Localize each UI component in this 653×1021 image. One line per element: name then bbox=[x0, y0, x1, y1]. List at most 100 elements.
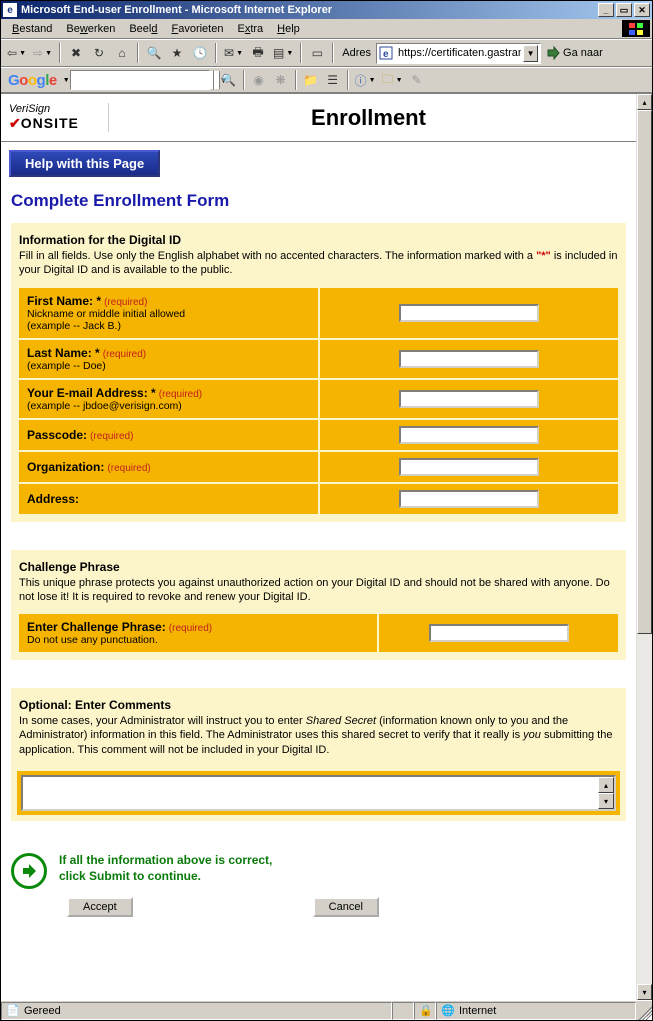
status-progress bbox=[392, 1002, 414, 1020]
section-title: Information for the Digital ID bbox=[17, 233, 620, 249]
zone-text: Internet bbox=[459, 1005, 496, 1017]
internet-zone-icon: 🌐 bbox=[441, 1004, 455, 1018]
page-content: VeriSign ✔ONSITE Enrollment Help with th… bbox=[1, 94, 636, 1000]
address-dropdown[interactable]: ▼ bbox=[523, 45, 538, 62]
cancel-button[interactable]: Cancel bbox=[313, 897, 379, 917]
maximize-button[interactable]: ▭ bbox=[616, 3, 632, 17]
go-button[interactable]: Ga naar bbox=[542, 46, 607, 60]
address-input[interactable] bbox=[396, 46, 523, 60]
favorites-button[interactable]: ★ bbox=[166, 42, 188, 64]
edit-button[interactable]: ▤▼ bbox=[270, 42, 296, 64]
google-search-web-button[interactable]: 🔍 bbox=[218, 69, 240, 91]
email-input[interactable] bbox=[399, 390, 539, 408]
separator bbox=[213, 70, 215, 90]
go-icon bbox=[546, 46, 560, 60]
separator bbox=[347, 70, 349, 90]
address-input-field[interactable] bbox=[399, 490, 539, 508]
google-logo[interactable]: Google bbox=[4, 72, 61, 89]
google-info-button[interactable]: ⓘ▼ bbox=[352, 69, 379, 91]
status-lock: 🔒 bbox=[414, 1002, 436, 1020]
svg-text:e: e bbox=[383, 49, 389, 60]
history-button[interactable]: 🕓 bbox=[189, 42, 211, 64]
arrow-right-icon bbox=[11, 853, 47, 889]
google-search-input[interactable] bbox=[71, 71, 219, 89]
menu-beeld[interactable]: Beeld bbox=[122, 21, 164, 37]
scroll-thumb[interactable] bbox=[637, 110, 652, 634]
section-title: Challenge Phrase bbox=[17, 560, 620, 576]
google-blocked-button[interactable]: ❋ bbox=[270, 69, 292, 91]
go-label: Ga naar bbox=[563, 47, 603, 59]
google-search-box[interactable]: ▼ bbox=[70, 70, 210, 90]
address-bar[interactable]: e ▼ bbox=[376, 43, 541, 64]
refresh-button[interactable]: ↻ bbox=[88, 42, 110, 64]
page-header: VeriSign ✔ONSITE Enrollment bbox=[1, 94, 636, 142]
menu-bewerken[interactable]: Bewerken bbox=[59, 21, 122, 37]
section-challenge: Challenge Phrase This unique phrase prot… bbox=[11, 550, 626, 661]
page-icon: e bbox=[379, 46, 393, 60]
separator bbox=[243, 70, 245, 90]
section-desc: In some cases, your Administrator will i… bbox=[17, 714, 620, 765]
ie-app-icon: e bbox=[3, 3, 17, 17]
scroll-track[interactable] bbox=[637, 110, 652, 984]
comments-field[interactable]: ▴ ▾ bbox=[21, 775, 616, 811]
field-row-organization: Organization: (required) bbox=[19, 452, 618, 482]
page-title: Enrollment bbox=[109, 105, 628, 131]
field-row-passcode: Passcode: (required) bbox=[19, 420, 618, 450]
resize-grip[interactable] bbox=[636, 1002, 652, 1020]
scroll-up-button[interactable]: ▴ bbox=[637, 94, 652, 110]
back-button[interactable]: ⇦▼ bbox=[4, 42, 29, 64]
separator bbox=[300, 43, 302, 63]
google-pagerank-button[interactable]: ◉ bbox=[248, 69, 270, 91]
form-title: Complete Enrollment Form bbox=[1, 185, 636, 223]
accept-button[interactable]: Accept bbox=[67, 897, 133, 917]
section-desc: This unique phrase protects you against … bbox=[17, 576, 620, 613]
google-folder-button[interactable]: 🗀▼ bbox=[379, 69, 406, 91]
menu-help[interactable]: Help bbox=[270, 21, 307, 37]
vertical-scrollbar[interactable]: ▴ ▾ bbox=[636, 94, 652, 1000]
print-button[interactable]: 🖶 bbox=[247, 42, 269, 64]
menu-bestand[interactable]: Bestand bbox=[5, 21, 59, 37]
scroll-up-icon[interactable]: ▴ bbox=[598, 777, 614, 793]
separator bbox=[295, 70, 297, 90]
stop-button[interactable]: ✖ bbox=[65, 42, 87, 64]
organization-input[interactable] bbox=[399, 458, 539, 476]
viewport: VeriSign ✔ONSITE Enrollment Help with th… bbox=[1, 93, 652, 1000]
passcode-input[interactable] bbox=[399, 426, 539, 444]
search-button[interactable]: 🔍 bbox=[143, 42, 165, 64]
button-row: Accept Cancel bbox=[1, 895, 636, 927]
challenge-table: Enter Challenge Phrase: (required) Do no… bbox=[17, 612, 620, 654]
section-title: Optional: Enter Comments bbox=[17, 698, 620, 714]
google-autolink-button[interactable]: ☰ bbox=[322, 69, 344, 91]
google-menu-dropdown[interactable]: ▼ bbox=[61, 77, 70, 84]
scroll-down-button[interactable]: ▾ bbox=[637, 984, 652, 1000]
mail-button[interactable]: ✉▼ bbox=[221, 42, 246, 64]
challenge-phrase-input[interactable] bbox=[429, 624, 569, 642]
nav-toolbar: ⇦▼ ⇨▼ ✖ ↻ ⌂ 🔍 ★ 🕓 ✉▼ 🖶 ▤▼ ▭ Adres e ▼ Ga… bbox=[1, 39, 652, 67]
google-toolbar: Google ▼ ▼ 🔍 ◉ ❋ 📁 ☰ ⓘ▼ 🗀▼ ✎ bbox=[1, 67, 652, 93]
submit-row: If all the information above is correct,… bbox=[1, 849, 636, 895]
close-button[interactable]: ✕ bbox=[634, 3, 650, 17]
textarea-scrollbar[interactable]: ▴ ▾ bbox=[598, 777, 614, 809]
section-desc: Fill in all fields. Use only the English… bbox=[17, 249, 620, 286]
comments-textarea[interactable] bbox=[23, 777, 598, 809]
field-row-challenge: Enter Challenge Phrase: (required) Do no… bbox=[19, 614, 618, 652]
first-name-input[interactable] bbox=[399, 304, 539, 322]
minimize-button[interactable]: _ bbox=[598, 3, 614, 17]
separator bbox=[332, 43, 334, 63]
scroll-down-icon[interactable]: ▾ bbox=[598, 793, 614, 809]
menu-favorieten[interactable]: Favorieten bbox=[164, 21, 230, 37]
submit-instructions: If all the information above is correct,… bbox=[59, 853, 272, 884]
status-zone: 🌐 Internet bbox=[436, 1002, 636, 1020]
field-row-email: Your E-mail Address: * (required) (examp… bbox=[19, 380, 618, 418]
status-text: Gereed bbox=[24, 1005, 61, 1017]
home-button[interactable]: ⌂ bbox=[111, 42, 133, 64]
forward-button[interactable]: ⇨▼ bbox=[30, 42, 55, 64]
help-with-page-button[interactable]: Help with this Page bbox=[9, 150, 160, 177]
discuss-button[interactable]: ▭ bbox=[306, 42, 328, 64]
menubar: Bestand Bewerken Beeld Favorieten Extra … bbox=[1, 19, 652, 39]
last-name-input[interactable] bbox=[399, 350, 539, 368]
menu-extra[interactable]: Extra bbox=[230, 21, 270, 37]
google-bookmark-button[interactable]: 📁 bbox=[300, 69, 322, 91]
google-highlight-button[interactable]: ✎ bbox=[406, 69, 428, 91]
section-comments: Optional: Enter Comments In some cases, … bbox=[11, 688, 626, 821]
